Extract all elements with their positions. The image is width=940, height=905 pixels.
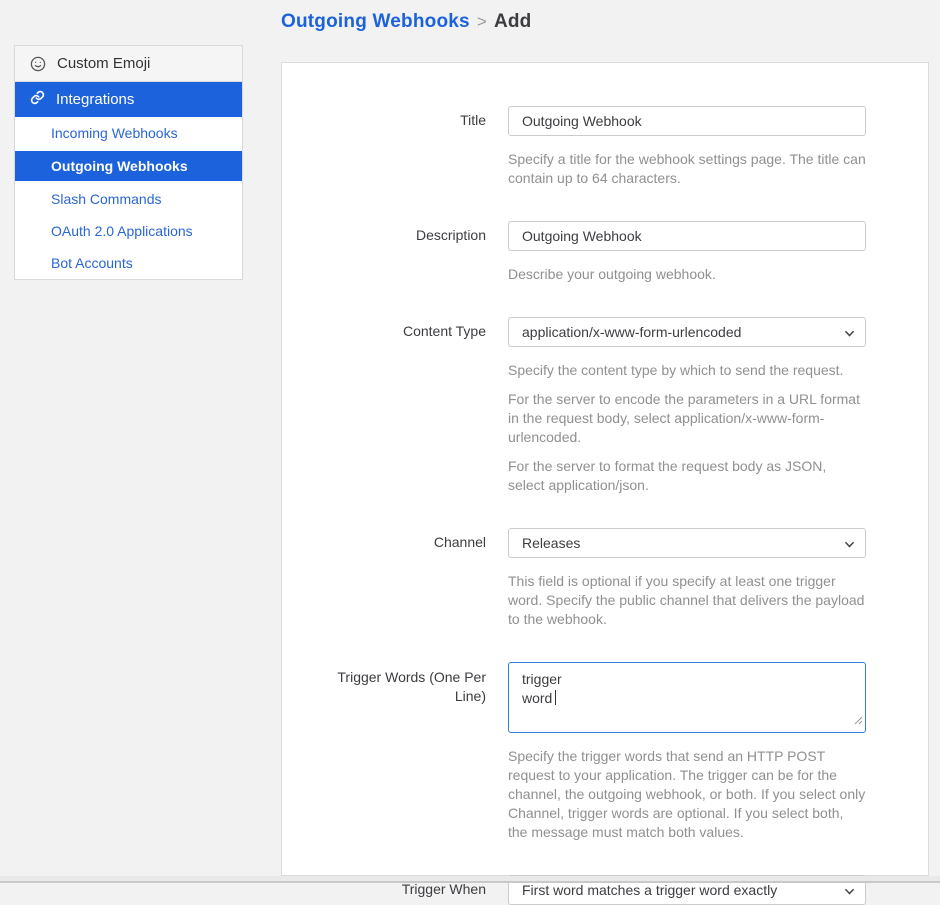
sidebar-item-bot-accounts[interactable]: Bot Accounts — [15, 247, 242, 279]
content-type-label: Content Type — [282, 317, 508, 495]
description-row: Description Describe your outgoing webho… — [282, 221, 928, 284]
channel-label: Channel — [282, 528, 508, 629]
breadcrumb-section-link[interactable]: Outgoing Webhooks — [281, 11, 470, 32]
sidebar-item-slash-commands[interactable]: Slash Commands — [15, 183, 242, 215]
link-icon — [30, 90, 45, 109]
webhook-form-panel: Title Specify a title for the webhook se… — [281, 62, 929, 876]
text-cursor — [555, 690, 556, 705]
sidebar-item-oauth-applications[interactable]: OAuth 2.0 Applications — [15, 215, 242, 247]
settings-sidebar: Custom Emoji Integrations Incoming Webho… — [14, 45, 243, 280]
content-type-row: Content Type application/x-www-form-urle… — [282, 317, 928, 495]
title-input[interactable] — [508, 106, 866, 136]
sidebar-item-incoming-webhooks[interactable]: Incoming Webhooks — [15, 117, 242, 149]
sidebar-item-custom-emoji[interactable]: Custom Emoji — [15, 46, 242, 82]
sidebar-item-integrations[interactable]: Integrations — [15, 82, 242, 117]
smiley-icon — [30, 56, 46, 72]
content-type-select[interactable]: application/x-www-form-urlencoded — [508, 317, 866, 347]
breadcrumb: Outgoing Webhooks > Add — [281, 11, 532, 33]
trigger-words-row: Trigger Words (One Per Line) trigger wor… — [282, 662, 928, 842]
sidebar-item-label: Integrations — [56, 91, 134, 108]
page-title: Add — [494, 11, 532, 32]
channel-select[interactable]: Releases — [508, 528, 866, 558]
sidebar-item-outgoing-webhooks[interactable]: Outgoing Webhooks — [15, 151, 242, 181]
title-help-text: Specify a title for the webhook settings… — [508, 150, 866, 188]
channel-help-text: This field is optional if you specify at… — [508, 572, 866, 629]
title-row: Title Specify a title for the webhook se… — [282, 106, 928, 188]
viewport-bottom-edge — [0, 876, 940, 883]
trigger-words-help-text: Specify the trigger words that send an H… — [508, 747, 866, 842]
sidebar-item-label: Custom Emoji — [57, 55, 150, 72]
description-label: Description — [282, 221, 508, 284]
content-type-help-text: Specify the content type by which to sen… — [508, 361, 866, 495]
channel-row: Channel Releases This field is optional … — [282, 528, 928, 629]
description-help-text: Describe your outgoing webhook. — [508, 265, 866, 284]
trigger-words-label: Trigger Words (One Per Line) — [282, 662, 508, 842]
trigger-words-textarea[interactable]: trigger word — [508, 662, 866, 733]
title-label: Title — [282, 106, 508, 188]
breadcrumb-separator: > — [477, 12, 487, 31]
description-input[interactable] — [508, 221, 866, 251]
